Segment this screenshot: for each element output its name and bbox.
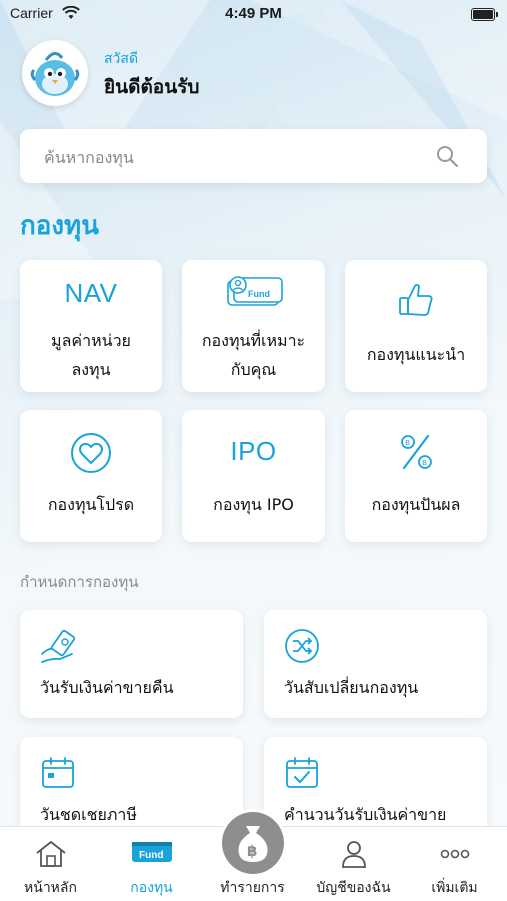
tab-transaction-label: ทำรายการ xyxy=(220,880,285,896)
ipo-fund-label: กองทุน IPO xyxy=(213,495,294,514)
search-input[interactable] xyxy=(42,129,426,185)
home-icon xyxy=(0,839,101,869)
percent-icon: B B xyxy=(345,430,487,474)
baht-bag-icon: ฿ xyxy=(238,826,268,862)
calendar-icon xyxy=(40,755,76,795)
redemption-date-card[interactable]: วันรับเงินค่าขายคืน xyxy=(20,610,243,718)
status-time: 4:49 PM xyxy=(225,5,282,22)
tab-fund[interactable]: Fund กองทุน xyxy=(101,827,202,901)
more-icon xyxy=(404,839,505,869)
fund-for-you-label: กองทุนที่เหมาะ กับคุณ xyxy=(201,331,306,379)
bird-mascot-icon xyxy=(30,52,80,96)
calc-payment-date-label: คำนวนวันรับเงินค่าขาย xyxy=(284,805,447,824)
svg-text:Fund: Fund xyxy=(248,289,270,299)
tab-my-account-label: บัญชีของฉัน xyxy=(316,880,391,896)
fund-tab-icon: Fund xyxy=(101,839,202,865)
tab-more[interactable]: เพิ่มเติม xyxy=(404,827,505,901)
svg-text:B: B xyxy=(405,440,410,447)
tab-my-account[interactable]: บัญชีของฉัน xyxy=(303,827,404,901)
favorite-fund-label: กองทุนโปรด xyxy=(47,495,135,514)
avatar[interactable] xyxy=(22,40,88,106)
fund-card-icon: Fund xyxy=(182,276,325,310)
switching-date-label: วันสับเปลี่ยนกองทุน xyxy=(284,678,419,697)
svg-text:Fund: Fund xyxy=(139,850,163,861)
greeting-title: ยินดีต้อนรับ xyxy=(104,76,200,98)
tab-fund-label: กองทุน xyxy=(130,880,173,896)
switching-date-card[interactable]: วันสับเปลี่ยนกองทุน xyxy=(264,610,487,718)
transaction-center-button[interactable]: ฿ xyxy=(222,812,284,874)
tax-date-label: วันชดเชยภาษี xyxy=(40,805,137,824)
dividend-fund-label: กองทุนปันผล xyxy=(371,495,461,514)
redemption-date-label: วันรับเงินค่าขายคืน xyxy=(40,678,174,697)
svg-text:B: B xyxy=(422,460,427,467)
battery-icon xyxy=(471,8,498,21)
user-icon xyxy=(303,839,404,869)
nav-icon: NAV xyxy=(64,278,118,308)
heart-icon xyxy=(20,432,162,474)
hand-money-icon xyxy=(40,628,80,668)
recommended-fund-label: กองทุนแนะนำ xyxy=(366,345,466,364)
status-bar: Carrier 4:49 PM xyxy=(0,0,507,30)
thumbs-up-icon xyxy=(345,280,487,320)
tab-more-label: เพิ่มเติม xyxy=(431,880,478,896)
search-bar xyxy=(20,129,487,185)
greeting-small: สวัสดี xyxy=(104,51,139,67)
search-icon[interactable] xyxy=(435,144,459,172)
schedule-section-title: กำหนดการกองทุน xyxy=(20,573,139,591)
svg-text:฿: ฿ xyxy=(247,842,257,860)
favorite-fund-card[interactable]: กองทุนโปรด xyxy=(20,410,162,542)
nav-card[interactable]: NAV มูลค่าหน่วย ลงทุน xyxy=(20,260,162,392)
recommended-fund-card[interactable]: กองทุนแนะนำ xyxy=(345,260,487,392)
calendar-check-icon xyxy=(284,755,320,795)
section-title-funds: กองทุน xyxy=(20,211,99,241)
dividend-fund-card[interactable]: B B กองทุนปันผล xyxy=(345,410,487,542)
tab-home-label: หน้าหลัก xyxy=(24,880,77,896)
ipo-icon: IPO xyxy=(230,436,277,466)
tab-home[interactable]: หน้าหลัก xyxy=(0,827,101,901)
ipo-fund-card[interactable]: IPO กองทุน IPO xyxy=(182,410,325,542)
shuffle-icon xyxy=(284,628,320,668)
fund-for-you-card[interactable]: Fund กองทุนที่เหมาะ กับคุณ xyxy=(182,260,325,392)
nav-card-label: มูลค่าหน่วย ลงทุน xyxy=(51,331,131,379)
